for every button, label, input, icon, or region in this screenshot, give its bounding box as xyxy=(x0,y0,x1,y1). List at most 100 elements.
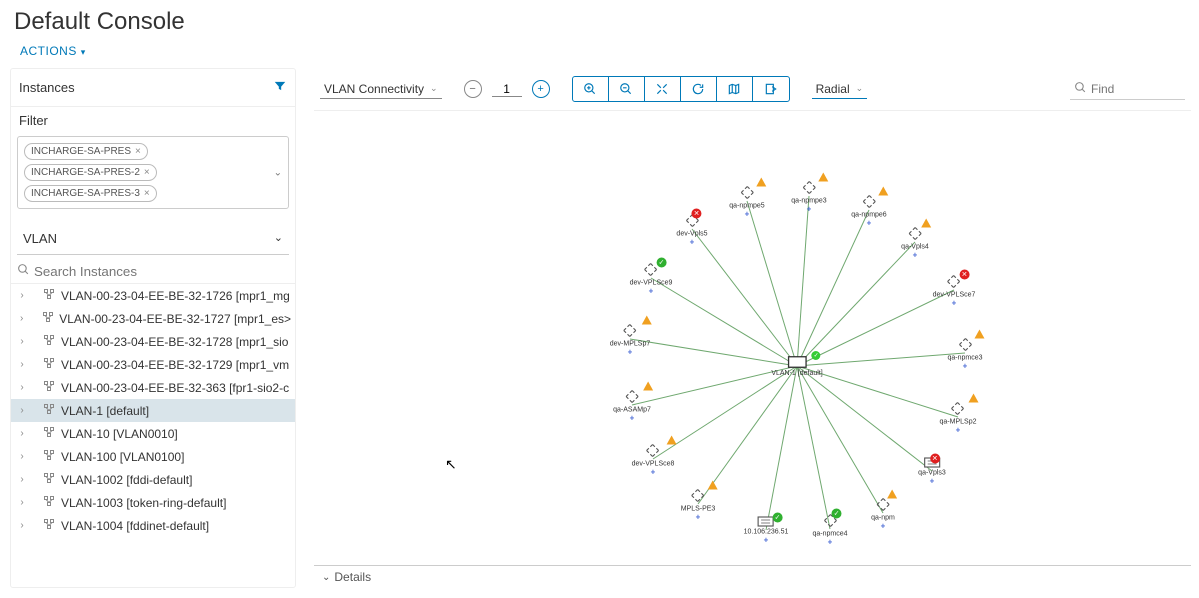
filter-chip[interactable]: INCHARGE-SA-PRES-2× xyxy=(24,164,157,181)
instance-tree: ›VLAN-00-23-04-EE-BE-32-1726 [mpr1_mg›VL… xyxy=(11,284,295,587)
vlan-icon xyxy=(43,518,57,533)
topology-node[interactable]: qa-npmpe5+ xyxy=(729,184,764,219)
tree-item[interactable]: ›VLAN-1003 [token-ring-default] xyxy=(11,491,295,514)
tree-item-label: VLAN-00-23-04-EE-BE-32-1727 [mpr1_es> xyxy=(59,312,291,326)
filter-chip[interactable]: INCHARGE-SA-PRES-3× xyxy=(24,185,157,202)
warning-icon xyxy=(707,481,717,490)
topology-node[interactable]: qa-npmce4+✓ xyxy=(812,512,847,547)
tree-item-label: VLAN-1004 [fddinet-default] xyxy=(61,519,209,533)
tree-item[interactable]: › VLAN-100 [VLAN0100] xyxy=(11,445,295,468)
level-minus-button[interactable]: − xyxy=(464,80,482,98)
vlan-icon xyxy=(43,380,57,395)
topology-node[interactable]: dev-VPLSce9+✓ xyxy=(630,261,673,296)
topology-node[interactable]: 10.106.236.51+✓ xyxy=(744,516,789,545)
tree-item[interactable]: › VLAN-00-23-04-EE-BE-32-1726 [mpr1_mg xyxy=(11,284,295,307)
export-button[interactable] xyxy=(753,77,789,101)
search-icon xyxy=(1074,81,1087,97)
actions-menu[interactable]: ACTIONS ▾ xyxy=(0,40,1199,68)
fit-button[interactable] xyxy=(645,77,681,101)
tree-item[interactable]: › VLAN-1004 [fddinet-default] xyxy=(11,514,295,537)
vlan-icon xyxy=(43,357,57,372)
expand-icon[interactable]: › xyxy=(15,451,29,462)
filter-icon[interactable] xyxy=(273,79,287,96)
layout-select[interactable]: Radial⌄ xyxy=(812,80,868,99)
topology-node[interactable]: dev-Vpls5+✕ xyxy=(676,212,707,247)
topology-node[interactable]: dev-VPLSce7+✕ xyxy=(933,273,976,308)
expand-icon[interactable]: › xyxy=(15,359,29,370)
tree-item-label: VLAN-10 [VLAN0010] xyxy=(61,427,178,441)
filter-chip[interactable]: INCHARGE-SA-PRES× xyxy=(24,143,148,160)
chevron-down-icon[interactable]: ⌄ xyxy=(274,167,282,178)
warning-icon xyxy=(757,178,767,187)
topology-node[interactable]: qa-MPLSp2+ xyxy=(940,400,977,435)
close-icon[interactable]: × xyxy=(144,188,150,199)
vlan-icon xyxy=(43,472,57,487)
search-input[interactable] xyxy=(34,264,289,279)
topology-node[interactable]: qa-Vpls4+ xyxy=(901,225,929,260)
vlan-icon xyxy=(43,449,57,464)
tree-item[interactable]: › VLAN-10 [VLAN0010] xyxy=(11,422,295,445)
filter-label: Filter xyxy=(11,107,295,132)
tree-item[interactable]: › VLAN-00-23-04-EE-BE-32-1729 [mpr1_vm xyxy=(11,353,295,376)
topology-node[interactable]: qa-ASAMp7+ xyxy=(613,388,651,423)
expand-icon[interactable]: › xyxy=(15,336,29,347)
tree-item-label: VLAN-1 [default] xyxy=(61,404,149,418)
expand-icon[interactable]: › xyxy=(15,474,29,485)
tree-item[interactable]: › VLAN-00-23-04-EE-BE-32-363 [fpr1-sio2-c xyxy=(11,376,295,399)
expand-icon[interactable]: › xyxy=(15,313,28,324)
warning-icon xyxy=(887,490,897,499)
ok-icon: ✓ xyxy=(656,258,666,268)
chevron-down-icon: ⌄ xyxy=(274,231,283,246)
tree-item-label: VLAN-00-23-04-EE-BE-32-1726 [mpr1_mg xyxy=(61,289,290,303)
level-input[interactable] xyxy=(492,82,522,97)
error-icon: ✕ xyxy=(930,454,940,464)
tree-item[interactable]: › VLAN-00-23-04-EE-BE-32-1728 [mpr1_sio xyxy=(11,330,295,353)
tree-item-label: VLAN-1002 [fddi-default] xyxy=(61,473,192,487)
vlan-icon xyxy=(43,288,57,303)
close-icon[interactable]: × xyxy=(135,146,141,157)
tree-item-label: VLAN-00-23-04-EE-BE-32-1729 [mpr1_vm xyxy=(61,358,289,372)
warning-icon xyxy=(666,436,676,445)
center-node[interactable]: VLAN-1 [default]✓ xyxy=(771,355,822,377)
ok-icon: ✓ xyxy=(832,509,842,519)
tree-item-label: VLAN-100 [VLAN0100] xyxy=(61,450,184,464)
expand-icon[interactable]: › xyxy=(15,290,29,301)
topology-canvas[interactable]: VLAN-1 [default]✓ qa-npmpe3+ qa-npmpe5+ qa-… xyxy=(314,111,1191,565)
expand-icon[interactable]: › xyxy=(15,428,29,439)
instances-header: Instances xyxy=(19,80,75,95)
tree-item-label: VLAN-00-23-04-EE-BE-32-1728 [mpr1_sio xyxy=(61,335,288,349)
topology-node[interactable]: qa-npm+ xyxy=(871,496,895,531)
tree-item-label: VLAN-00-23-04-EE-BE-32-363 [fpr1-sio2-c xyxy=(61,381,289,395)
topology-node[interactable]: qa-npmpe3+ xyxy=(791,179,826,214)
find-input[interactable] xyxy=(1091,82,1181,96)
warning-icon xyxy=(921,219,931,228)
tree-item[interactable]: › VLAN-00-23-04-EE-BE-32-1727 [mpr1_es> xyxy=(11,307,295,330)
expand-icon[interactable]: › xyxy=(15,382,29,393)
expand-icon[interactable]: › xyxy=(15,497,29,508)
vlan-icon xyxy=(43,495,57,510)
expand-icon[interactable]: › xyxy=(15,520,29,531)
filter-chips[interactable]: INCHARGE-SA-PRES× INCHARGE-SA-PRES-2× INCH… xyxy=(17,136,289,209)
expand-icon[interactable]: › xyxy=(15,405,29,416)
topology-node[interactable]: dev-VPLSce8+ xyxy=(632,442,675,477)
warning-icon xyxy=(819,173,829,182)
warning-icon xyxy=(975,330,985,339)
warning-icon xyxy=(643,382,653,391)
refresh-button[interactable] xyxy=(681,77,717,101)
view-select[interactable]: VLAN Connectivity⌄ xyxy=(320,80,442,99)
tree-item[interactable]: › VLAN-1 [default] xyxy=(11,399,295,422)
zoom-in-button[interactable] xyxy=(573,77,609,101)
level-plus-button[interactable]: + xyxy=(532,80,550,98)
type-select[interactable]: VLAN ⌄ xyxy=(17,223,289,255)
topology-node[interactable]: qa-npmce3+ xyxy=(947,336,982,371)
error-icon: ✕ xyxy=(959,270,969,280)
map-button[interactable] xyxy=(717,77,753,101)
topology-node[interactable]: qa-Vpls3+✕ xyxy=(918,457,946,486)
close-icon[interactable]: × xyxy=(144,167,150,178)
zoom-out-button[interactable] xyxy=(609,77,645,101)
warning-icon xyxy=(642,316,652,325)
tree-item[interactable]: › VLAN-1002 [fddi-default] xyxy=(11,468,295,491)
topology-node[interactable]: dev-MPLSp7+ xyxy=(610,322,650,357)
topology-node[interactable]: MPLS-PE3+ xyxy=(681,487,716,522)
topology-node[interactable]: qa-npmpe6+ xyxy=(851,193,886,228)
